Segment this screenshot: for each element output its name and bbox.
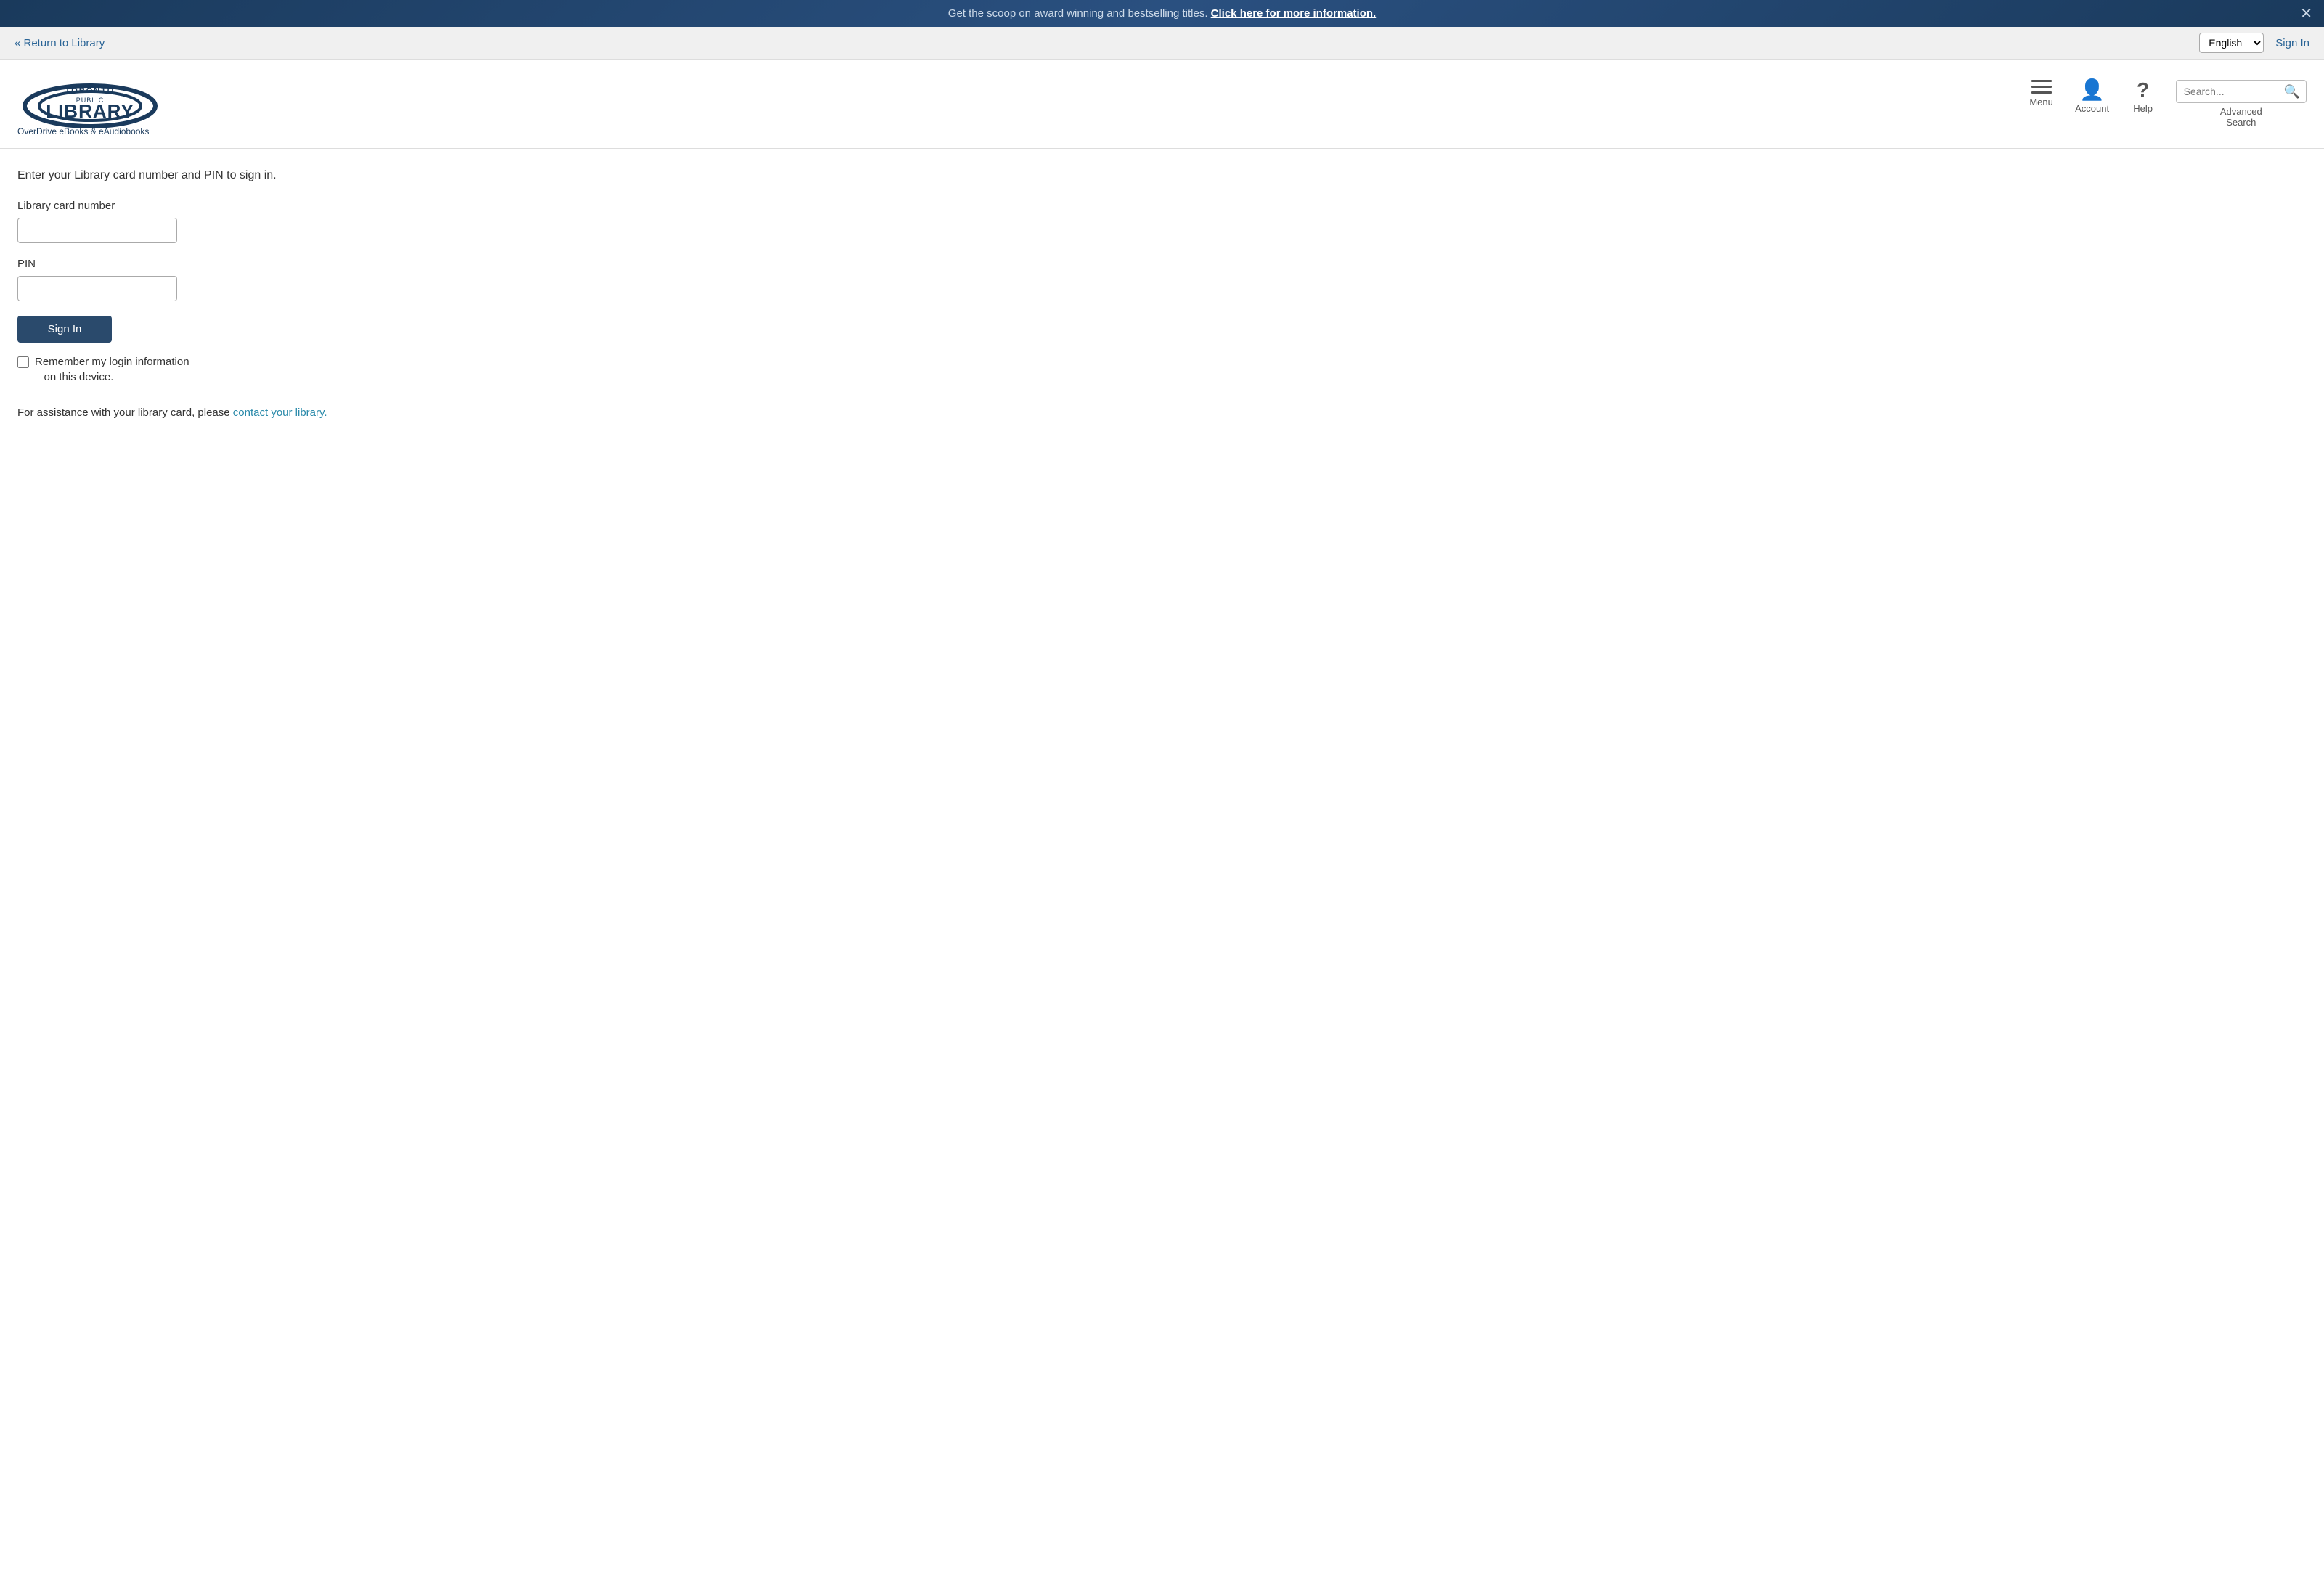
remember-label: Remember my login information on this de… [35,354,189,385]
card-number-label: Library card number [17,200,491,212]
help-label: Help [2133,103,2153,114]
nav-icons: Menu 👤 Account ? Help 🔍 AdvancedSearch [2023,80,2307,128]
search-row: 🔍 [2176,80,2307,103]
card-number-group: Library card number [17,200,491,243]
contact-library-link[interactable]: contact your library. [233,406,327,419]
assist-static: For assistance with your library card, p… [17,406,233,419]
logo-subtitle: OverDrive eBooks & eAudiobooks [17,126,163,136]
help-nav-item[interactable]: ? Help [2125,80,2161,114]
language-select[interactable]: English French Spanish [2199,33,2264,53]
account-icon: 👤 [2079,80,2105,100]
topbar-right: English French Spanish Sign In [2199,33,2309,53]
announcement-banner: Get the scoop on award winning and bests… [0,0,2324,27]
menu-icon [2031,80,2052,94]
menu-nav-item[interactable]: Menu [2023,80,2060,107]
intro-text: Enter your Library card number and PIN t… [17,169,491,182]
remember-checkbox[interactable] [17,356,29,368]
signin-top-link[interactable]: Sign In [2275,37,2309,49]
banner-text: Get the scoop on award winning and bests… [948,7,1211,20]
remember-row: Remember my login information on this de… [17,354,491,385]
search-button[interactable]: 🔍 [2278,81,2306,102]
pin-group: PIN [17,258,491,301]
card-number-input[interactable] [17,218,177,243]
assist-text: For assistance with your library card, p… [17,406,491,419]
menu-label: Menu [2029,97,2053,107]
logo-svg: TORONTO PUBLIC LIBRARY [17,71,163,129]
search-area: 🔍 AdvancedSearch [2176,80,2307,128]
header: TORONTO PUBLIC LIBRARY OverDrive eBooks … [0,60,2324,149]
help-icon: ? [2137,80,2149,100]
pin-input[interactable] [17,276,177,301]
signin-button[interactable]: Sign In [17,316,112,343]
close-button[interactable]: ✕ [2300,7,2312,21]
svg-text:LIBRARY: LIBRARY [46,100,134,122]
logo-area: TORONTO PUBLIC LIBRARY OverDrive eBooks … [17,71,163,136]
return-to-library-link[interactable]: « Return to Library [15,37,105,49]
pin-label: PIN [17,258,491,270]
advanced-search-label[interactable]: AdvancedSearch [2220,106,2262,128]
svg-text:TORONTO: TORONTO [65,86,115,95]
main-content: Enter your Library card number and PIN t… [0,149,508,439]
search-input[interactable] [2177,81,2278,102]
topbar: « Return to Library English French Spani… [0,27,2324,60]
banner-link[interactable]: Click here for more information. [1211,7,1377,20]
account-nav-item[interactable]: 👤 Account [2074,80,2111,114]
account-label: Account [2075,103,2109,114]
